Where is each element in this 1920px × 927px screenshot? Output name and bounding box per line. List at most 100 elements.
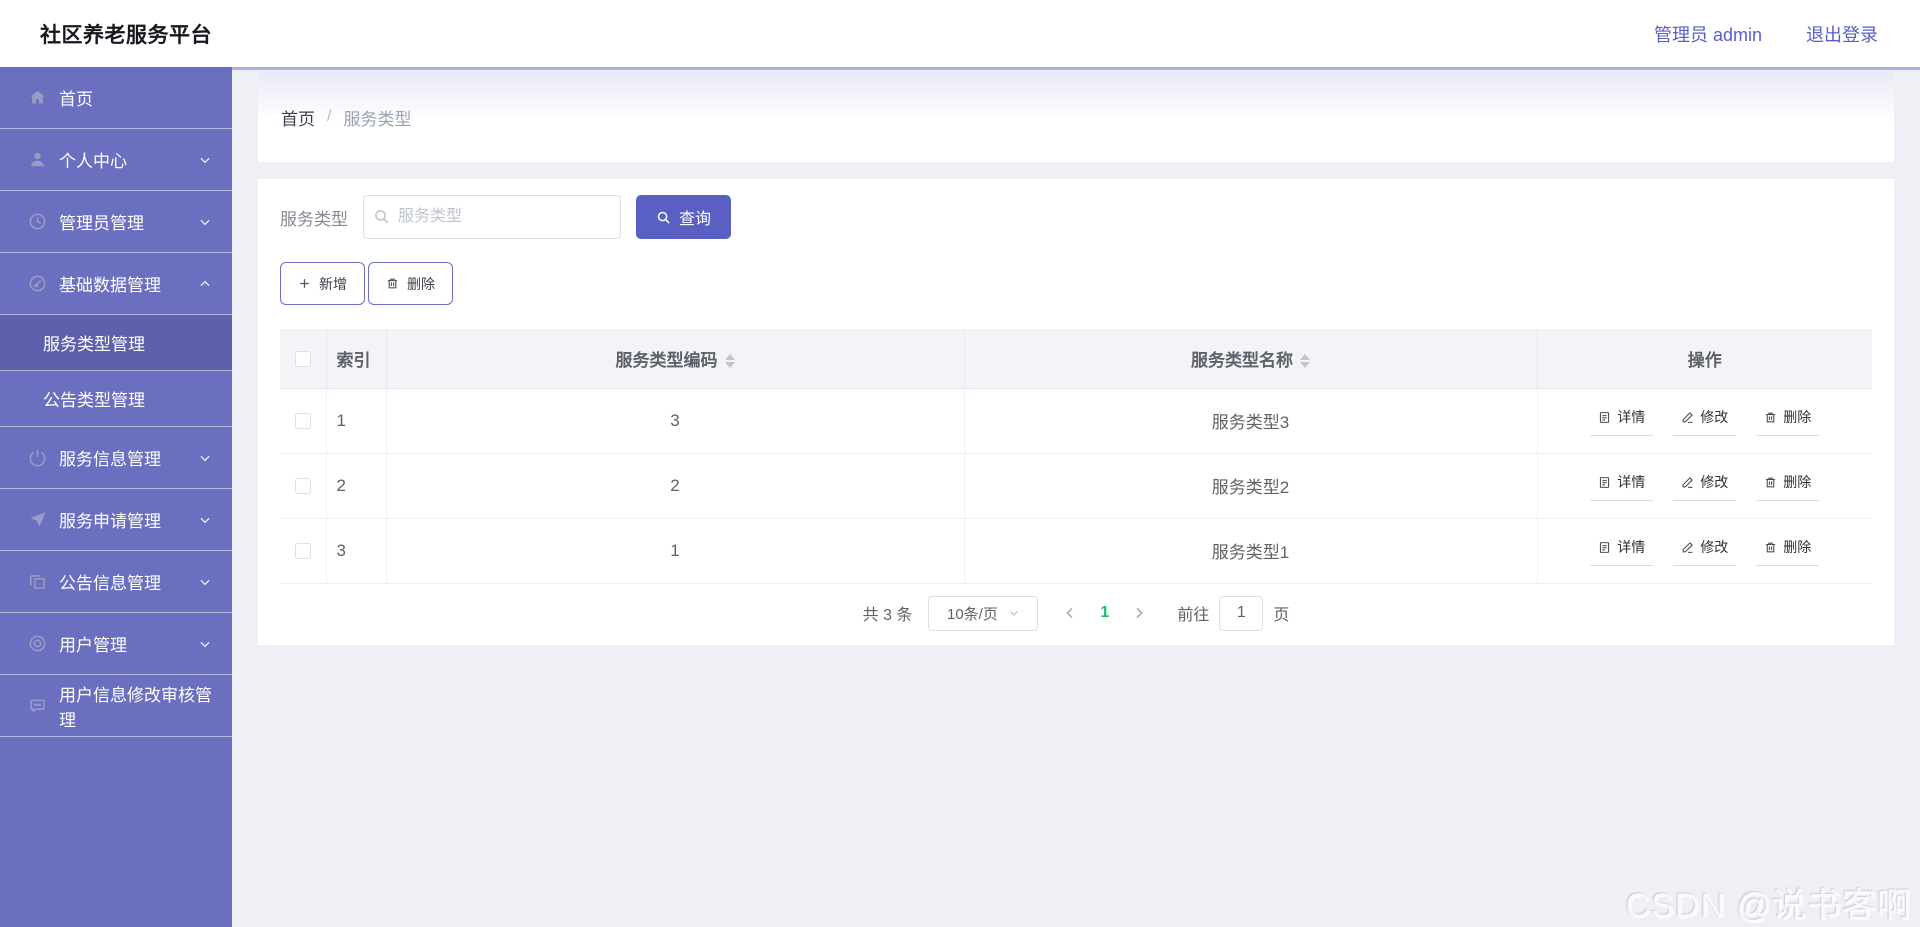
sidebar-item-service-info[interactable]: 服务信息管理 [0,427,232,489]
copy-icon [28,572,47,591]
sidebar-item-home[interactable]: 首页 [0,67,232,129]
sidebar-item-label: 服务信息管理 [59,445,161,470]
logout-link[interactable]: 退出登录 [1806,21,1878,47]
select-all-checkbox[interactable] [295,351,311,367]
sidebar-item-user-audit[interactable]: 用户信息修改审核管理 [0,675,232,737]
sidebar-item-label: 用户管理 [59,631,127,656]
row-delete-button[interactable]: 删除 [1756,405,1819,436]
add-button-label: 新增 [319,274,347,294]
add-button[interactable]: 新增 [280,262,365,305]
cell-code: 2 [386,453,964,518]
row-delete-button[interactable]: 删除 [1756,470,1819,501]
chevron-down-icon [198,513,212,527]
column-header-name[interactable]: 服务类型名称 [964,329,1537,388]
page-number-1[interactable]: 1 [1100,604,1109,622]
column-header-code-label: 服务类型编码 [616,351,718,370]
plus-icon [298,277,311,290]
sidebar-item-label: 基础数据管理 [59,271,161,296]
edit-button[interactable]: 修改 [1673,470,1736,501]
message-icon [28,696,47,715]
sidebar-item-service-apply[interactable]: 服务申请管理 [0,489,232,551]
sidebar-item-user-management[interactable]: 用户管理 [0,613,232,675]
chevron-down-icon [198,637,212,651]
sidebar: 首页 个人中心 管理员管理 基础数据管理 [0,67,232,927]
table-header-row: 索引 服务类型编码 服务类型名称 操作 [280,329,1872,388]
sidebar-subitem-notice-type[interactable]: 公告类型管理 [0,371,232,427]
watermark: CSDN @说书客啊 [1626,878,1912,927]
page-size-value: 10条/页 [947,603,998,624]
pagination-total: 共 3 条 [863,601,913,625]
sidebar-item-notice-info[interactable]: 公告信息管理 [0,551,232,613]
app-header: 社区养老服务平台 管理员 admin 退出登录 [0,0,1920,67]
next-page-button[interactable] [1131,605,1147,621]
table-row: 1 3 服务类型3 详情 修改 删除 [280,388,1872,453]
clock-icon [28,212,47,231]
sidebar-subitem-service-type[interactable]: 服务类型管理 [0,315,232,371]
cell-name: 服务类型1 [964,518,1537,583]
delete-button[interactable]: 删除 [368,262,453,305]
detail-button-label: 详情 [1617,537,1645,557]
search-icon [656,210,671,225]
column-header-index: 索引 [326,329,386,388]
service-type-table: 索引 服务类型编码 服务类型名称 操作 1 3 [280,329,1872,584]
sort-caret-icon[interactable] [725,354,735,368]
row-delete-button[interactable]: 删除 [1756,535,1819,566]
query-button[interactable]: 查询 [636,195,731,239]
detail-button[interactable]: 详情 [1590,535,1653,566]
cell-name: 服务类型2 [964,453,1537,518]
detail-button-label: 详情 [1617,472,1645,492]
sidebar-subitem-label: 公告类型管理 [43,386,145,411]
detail-button[interactable]: 详情 [1590,470,1653,501]
chevron-down-icon [198,575,212,589]
detail-button[interactable]: 详情 [1590,405,1653,436]
sidebar-item-label: 公告信息管理 [59,569,161,594]
sidebar-item-label: 管理员管理 [59,209,144,234]
search-input[interactable] [363,195,621,239]
cell-code: 3 [386,388,964,453]
table-row: 2 2 服务类型2 详情 修改 删除 [280,453,1872,518]
row-delete-button-label: 删除 [1783,537,1811,557]
row-checkbox[interactable] [295,478,311,494]
search-row: 服务类型 查询 [280,195,1872,239]
row-delete-button-label: 删除 [1783,472,1811,492]
sidebar-item-label: 个人中心 [59,147,127,172]
edit-button[interactable]: 修改 [1673,535,1736,566]
column-header-name-label: 服务类型名称 [1191,351,1293,370]
chevron-down-icon [198,451,212,465]
send-icon [28,510,47,529]
breadcrumb: 首页 / 服务类型 [258,72,1894,162]
edit-button-label: 修改 [1700,537,1728,557]
edit-button[interactable]: 修改 [1673,405,1736,436]
pencil-icon [1681,541,1694,554]
column-header-code[interactable]: 服务类型编码 [386,329,964,388]
current-user-link[interactable]: 管理员 admin [1654,21,1762,47]
toolbar: 新增 删除 [280,262,1872,305]
trash-icon [1764,411,1777,424]
breadcrumb-current: 服务类型 [343,105,411,130]
prev-page-button[interactable] [1062,605,1078,621]
sort-caret-icon[interactable] [1300,354,1310,368]
sidebar-item-admin-management[interactable]: 管理员管理 [0,191,232,253]
search-label: 服务类型 [280,205,348,230]
search-input-wrap [363,195,621,239]
goto-label: 前往 [1177,601,1209,625]
row-checkbox[interactable] [295,543,311,559]
header-right: 管理员 admin 退出登录 [1654,21,1878,47]
goto-page-input[interactable] [1219,596,1263,631]
trash-icon [1764,476,1777,489]
service-type-panel: 服务类型 查询 [258,179,1894,645]
chevron-down-icon [198,153,212,167]
sidebar-item-label: 服务申请管理 [59,507,161,532]
table-row: 3 1 服务类型1 详情 修改 删除 [280,518,1872,583]
cell-index: 1 [326,388,386,453]
sidebar-item-label: 首页 [59,85,93,110]
document-icon [1598,411,1611,424]
breadcrumb-home-link[interactable]: 首页 [281,105,315,130]
pencil-icon [1681,411,1694,424]
column-header-actions: 操作 [1537,329,1872,388]
home-icon [28,88,47,107]
row-checkbox[interactable] [295,413,311,429]
sidebar-item-profile[interactable]: 个人中心 [0,129,232,191]
page-size-select[interactable]: 10条/页 [928,596,1038,631]
sidebar-item-base-data[interactable]: 基础数据管理 [0,253,232,315]
